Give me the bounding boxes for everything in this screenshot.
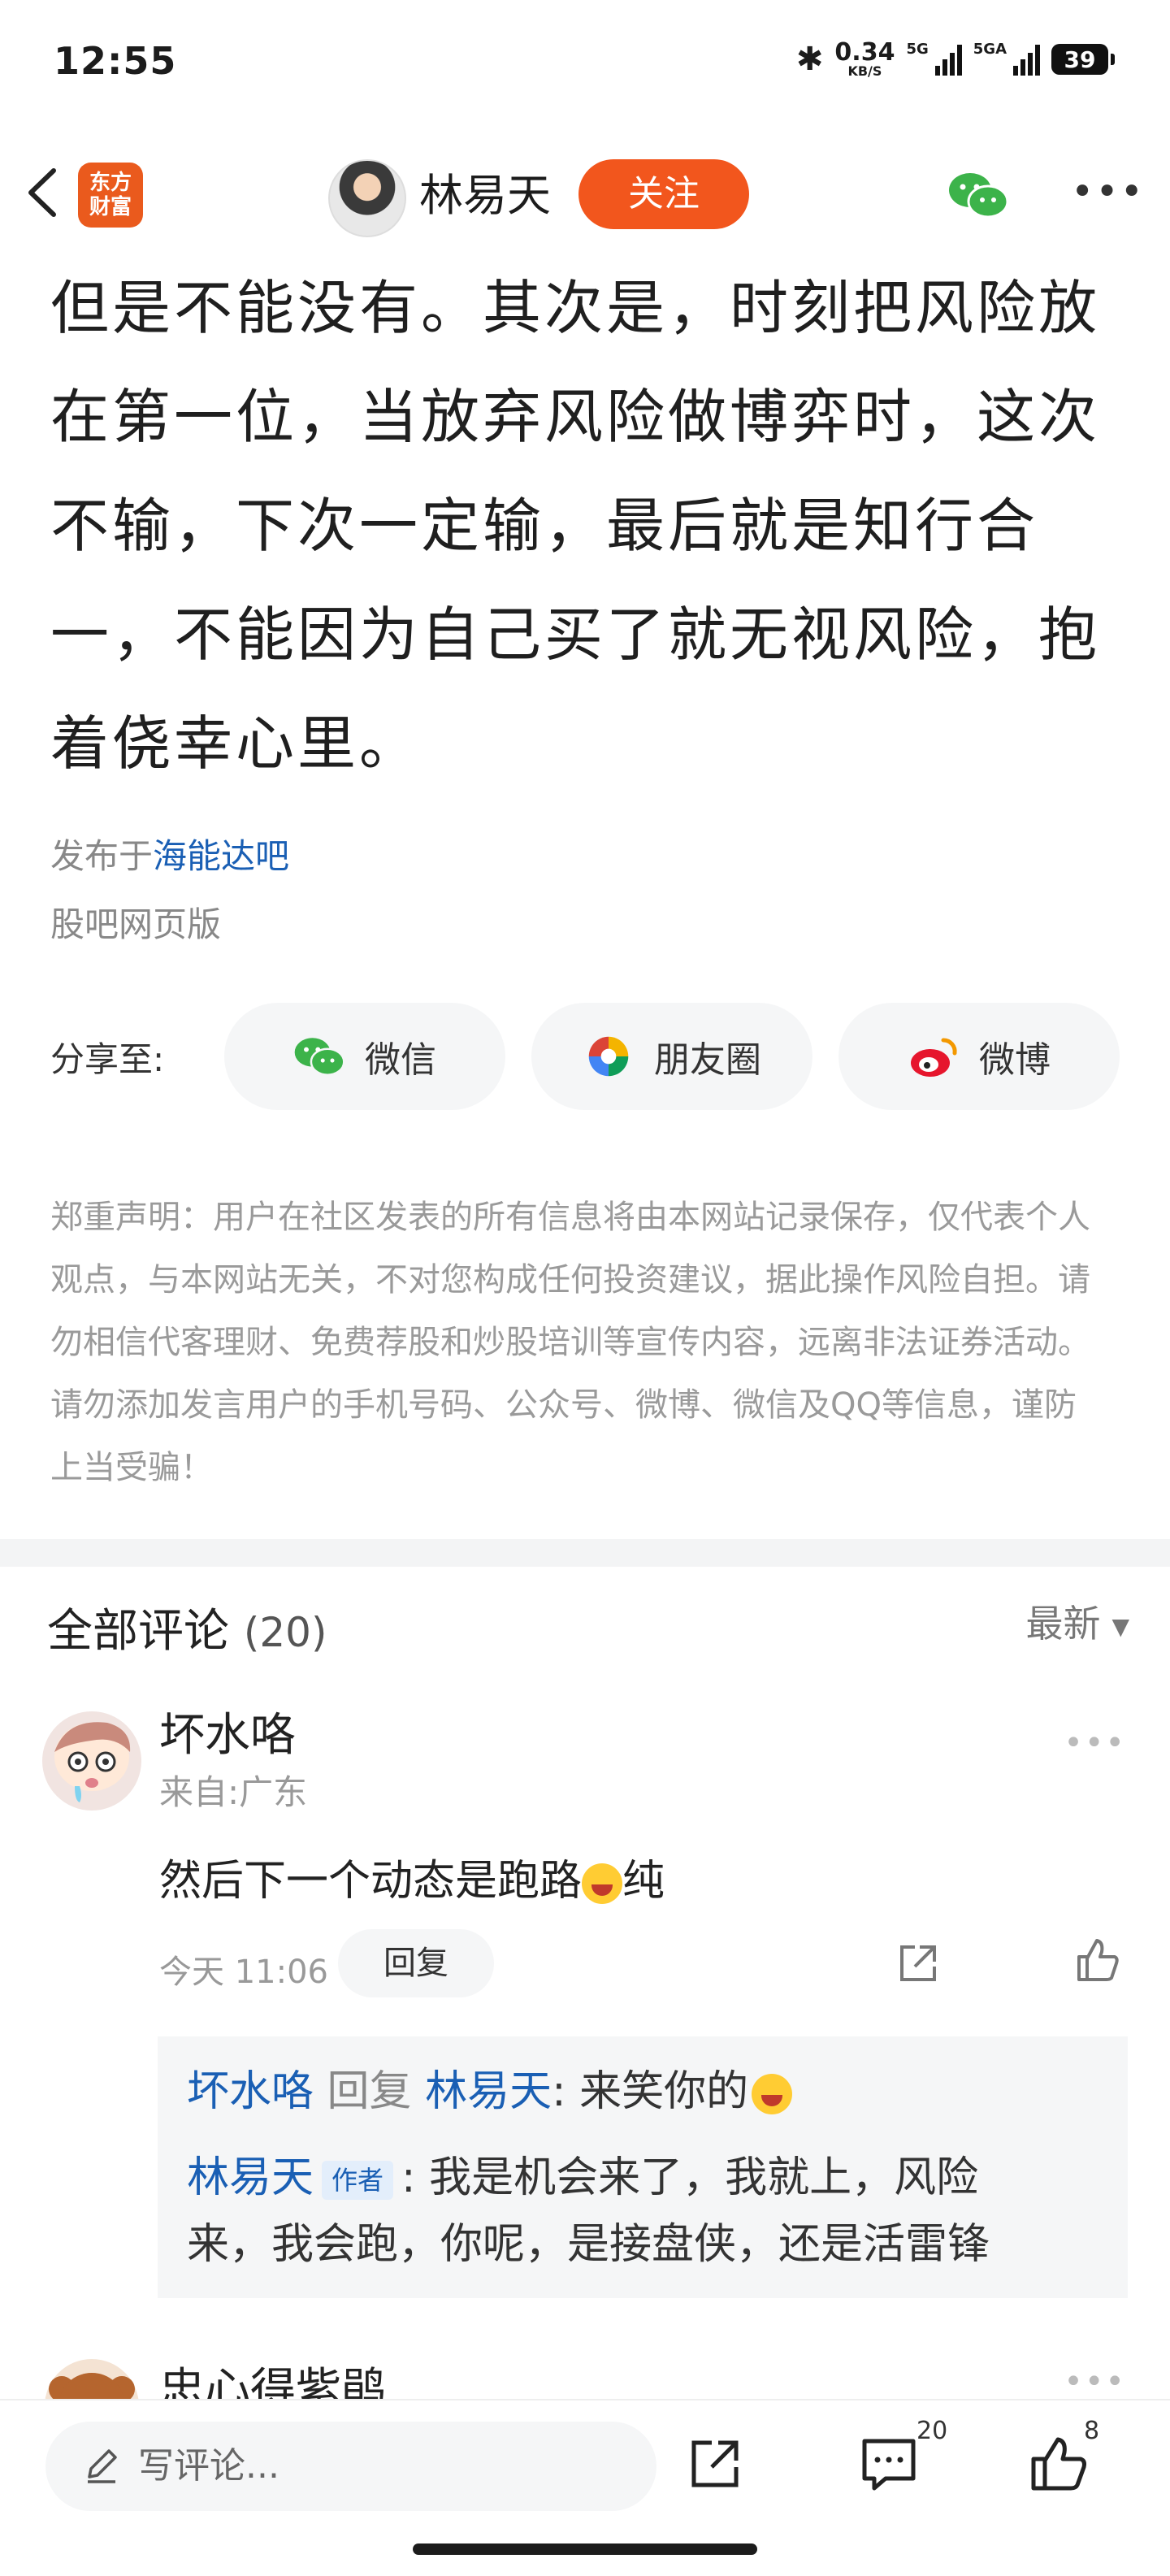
article-line: 着侥幸心里。 [50,709,422,778]
smile-emoji-icon [752,2074,793,2114]
bluetooth-icon: ✱ [795,41,824,78]
comments-title: 全部评论 [47,1605,229,1658]
comment-bubble-icon[interactable] [858,2433,920,2495]
follow-button[interactable]: 关注 [578,159,749,229]
share-icon[interactable] [894,1939,942,1988]
reply-text-line-2: 来，我会跑，你呢，是接盘侠，还是活雷锋 [187,2220,990,2269]
comment-placeholder: 写评论... [138,2445,280,2487]
comment-text-part-2: 纯 [622,1857,665,1906]
share-moments-label: 朋友圈 [654,1039,761,1081]
app-logo[interactable]: 东方 财富 [78,163,143,228]
article-line: 一，不能因为自己买了就无视风险，抱 [50,601,1101,669]
wechat-icon [294,1038,345,1076]
thumbs-up-icon[interactable] [1027,2433,1089,2495]
article-line: 不输，下次一定输，最后就是知行合 [50,492,1039,560]
speed-value: 0.34 [834,38,895,67]
logo-line-2: 财富 [89,195,132,219]
commenter-name[interactable]: 忠心得紫鹃 [159,2353,387,2399]
laughing-emoji-icon [582,1863,623,1904]
weibo-icon [911,1038,957,1077]
comment-more-icon[interactable]: ••• [1064,1724,1126,1762]
reply-text-line-1: : 我是机会来了，我就上，风险 [401,2153,979,2202]
reply-thread: 坏水咯 回复 林易天: 来笑你的 林易天 作者: 我是机会来了，我就上，风险 来，… [158,2036,1128,2298]
commenter-location: 来自:广东 [159,1772,308,1812]
comment-more-icon[interactable]: ••• [1064,2363,1126,2400]
reply-text: : 来笑你的 [552,2067,749,2116]
status-bar: 12:55 ✱ 0.34 KB/S 5G 5GA 39 [0,0,1170,130]
comments-header: 全部评论 (20) [47,1594,327,1660]
author-avatar[interactable] [328,159,406,237]
sort-dropdown[interactable]: 最新 ▼ [1025,1594,1129,1648]
author-badge: 作者 [322,2161,394,2200]
status-time: 12:55 [54,39,177,83]
article-line: 但是不能没有。其次是，时刻把风险放 [50,274,1101,342]
speed-unit: KB/S [847,63,882,79]
comment-input[interactable]: 写评论... [46,2422,656,2511]
reply-user[interactable]: 林易天 [187,2153,314,2202]
back-button[interactable] [23,164,72,221]
reply-user[interactable]: 坏水咯 [187,2067,314,2116]
article-body: 但是不能没有。其次是，时刻把风险放 在第一位，当放弃风险做博弈时，这次 不输，下… [50,254,1123,798]
post-source: 股吧网页版 [50,904,222,944]
published-in: 发布于海能达吧 [50,829,289,878]
reply-item[interactable]: 林易天 作者: 我是机会来了，我就上，风险 [187,2145,978,2210]
signal-icon [934,43,962,76]
share-moments-button[interactable]: 朋友圈 [531,1003,812,1110]
comment-count-badge: 20 [916,2417,948,2445]
wechat-share-icon[interactable] [947,171,1009,219]
battery-icon: 39 [1051,44,1115,75]
share-label: 分享至: [50,1039,165,1079]
commenter-avatar[interactable] [42,2357,141,2399]
status-icons: ✱ 0.34 KB/S 5G 5GA 39 [795,41,1115,78]
reply-verb: 回复 [327,2067,412,2116]
reply-item[interactable]: 坏水咯 回复 林易天: 来笑你的 [187,2059,793,2124]
signal-icon-2 [1013,43,1040,76]
author-name[interactable]: 林易天 [419,167,551,224]
share-icon[interactable] [684,2433,746,2495]
moments-icon [588,1036,629,1077]
pen-icon [88,2449,117,2483]
share-wechat-button[interactable]: 微信 [224,1003,505,1110]
network-type-1: 5G [906,41,929,58]
reply-target[interactable]: 林易天 [425,2067,552,2116]
caret-down-icon: ▼ [1112,1613,1129,1640]
commenter-avatar[interactable] [42,1711,141,1811]
sort-label: 最新 [1025,1602,1101,1646]
comment-text-part-1: 然后下一个动态是跑路 [159,1857,583,1906]
share-wechat-label: 微信 [365,1039,436,1081]
network-type-2: 5GA [973,41,1007,58]
comment-text: 然后下一个动态是跑路纯 [159,1846,665,1907]
comments-count: (20) [243,1609,327,1656]
thumbs-up-icon[interactable] [1072,1936,1121,1984]
reply-button[interactable]: 回复 [338,1929,494,1997]
more-options-icon[interactable]: ••• [1071,172,1145,211]
logo-line-1: 东方 [89,171,132,195]
bar-link[interactable]: 海能达吧 [153,836,289,876]
published-prefix: 发布于 [50,836,154,876]
commenter-name[interactable]: 坏水咯 [159,1698,296,1764]
comment-time: 今天 11:06 [159,1954,328,1991]
top-nav-bar: 东方 财富 林易天 关注 ••• [0,146,1170,244]
share-weibo-label: 微博 [979,1039,1051,1081]
chevron-left-icon [28,168,56,217]
like-count-badge: 8 [1084,2417,1100,2445]
network-speed: 0.34 KB/S [834,41,895,78]
avatar-monkey-icon [45,2359,139,2399]
share-weibo-button[interactable]: 微博 [838,1003,1120,1110]
disclaimer-text: 郑重声明：用户在社区发表的所有信息将由本网站记录保存，仅代表个人观点，与本网站无… [50,1199,1090,1486]
home-indicator[interactable] [413,2543,757,2555]
section-divider [0,1539,1170,1567]
article-line: 在第一位，当放弃风险做博弈时，这次 [50,383,1101,451]
avatar-face-icon [42,1711,141,1811]
